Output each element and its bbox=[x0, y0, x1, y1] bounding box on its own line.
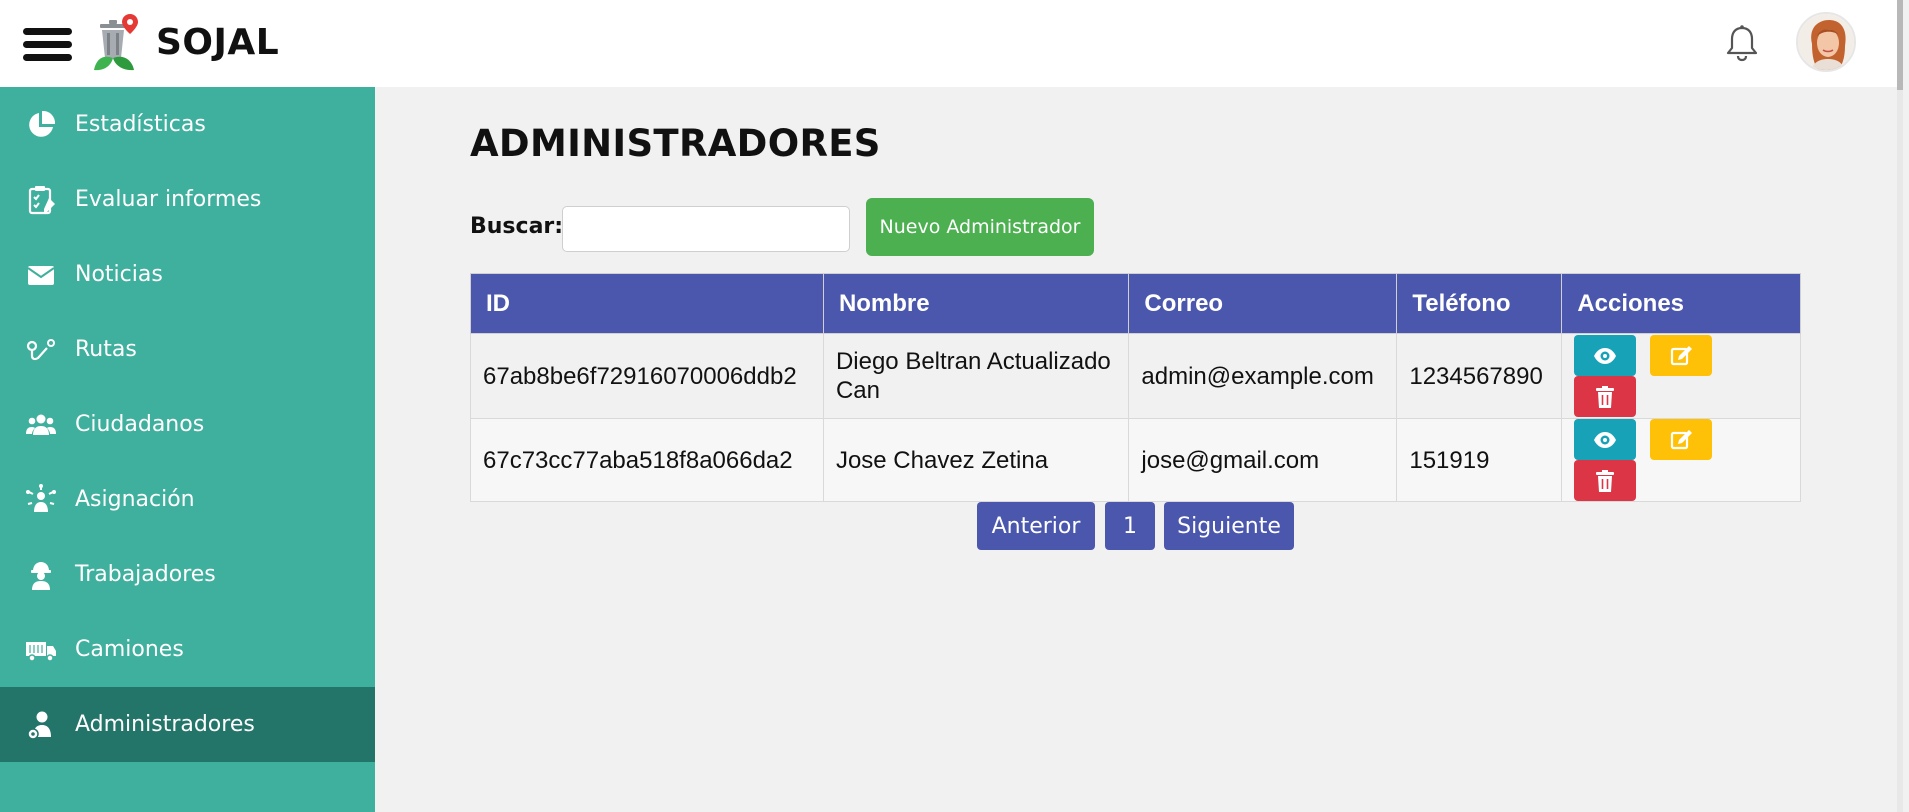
cell-nombre: Diego Beltran Actualizado Can bbox=[822, 333, 1130, 419]
administrators-table: ID Nombre Correo Teléfono Acciones 67ab8… bbox=[470, 273, 1801, 502]
envelope-icon bbox=[24, 258, 58, 292]
cell-telefono: 151919 bbox=[1396, 418, 1563, 502]
sidebar-item-evaluar-informes[interactable]: Evaluar informes bbox=[0, 162, 375, 237]
sidebar-item-trabajadores[interactable]: Trabajadores bbox=[0, 537, 375, 612]
sidebar-item-administradores[interactable]: Administradores bbox=[0, 687, 375, 762]
cell-id: 67ab8be6f72916070006ddb2 bbox=[470, 333, 824, 419]
users-icon bbox=[24, 408, 58, 442]
user-cog-icon bbox=[24, 708, 58, 742]
sidebar-item-label: Rutas bbox=[75, 337, 137, 362]
sidebar-item-label: Ciudadanos bbox=[75, 412, 205, 437]
trash-icon bbox=[1596, 469, 1615, 492]
cell-correo: admin@example.com bbox=[1128, 333, 1398, 419]
table-row: 67c73cc77aba518f8a066da2 Jose Chavez Zet… bbox=[470, 418, 1801, 502]
edit-icon bbox=[1671, 429, 1693, 449]
delete-button[interactable] bbox=[1574, 376, 1637, 417]
cell-nombre: Jose Chavez Zetina bbox=[822, 418, 1130, 502]
clipboard-check-icon bbox=[24, 183, 58, 217]
search-label: Buscar: bbox=[470, 214, 564, 239]
sidebar-item-rutas[interactable]: Rutas bbox=[0, 312, 375, 387]
sidebar-item-ciudadanos[interactable]: Ciudadanos bbox=[0, 387, 375, 462]
scrollbar-thumb[interactable] bbox=[1897, 0, 1903, 90]
edit-button[interactable] bbox=[1650, 419, 1713, 460]
hamburger-icon[interactable] bbox=[23, 28, 72, 61]
view-button[interactable] bbox=[1574, 419, 1637, 460]
page-title: ADMINISTRADORES bbox=[470, 122, 881, 165]
hard-hat-worker-icon bbox=[24, 558, 58, 592]
cell-acciones bbox=[1561, 418, 1801, 502]
search-input[interactable] bbox=[562, 206, 850, 252]
table-header-row: ID Nombre Correo Teléfono Acciones bbox=[470, 273, 1801, 334]
sidebar-item-noticias[interactable]: Noticias bbox=[0, 237, 375, 312]
column-header-acciones: Acciones bbox=[1561, 273, 1801, 334]
bell-icon[interactable] bbox=[1724, 24, 1760, 62]
column-header-telefono: Teléfono bbox=[1396, 273, 1563, 334]
sidebar-item-label: Noticias bbox=[75, 262, 163, 287]
sidebar-item-camiones[interactable]: Camiones bbox=[0, 612, 375, 687]
pagination-previous-button[interactable]: Anterior bbox=[977, 502, 1095, 550]
route-icon bbox=[24, 333, 58, 367]
pagination-page-button[interactable]: 1 bbox=[1105, 502, 1155, 550]
pie-chart-icon bbox=[24, 108, 58, 142]
app-name: SOJAL bbox=[156, 22, 280, 63]
column-header-id: ID bbox=[470, 273, 824, 334]
scrollbar[interactable] bbox=[1897, 0, 1903, 812]
cell-acciones bbox=[1561, 333, 1801, 419]
trash-icon bbox=[1596, 385, 1615, 408]
sidebar-item-label: Camiones bbox=[75, 637, 184, 662]
sidebar-item-estadisticas[interactable]: Estadísticas bbox=[0, 87, 375, 162]
table-row: 67ab8be6f72916070006ddb2 Diego Beltran A… bbox=[470, 333, 1801, 419]
delete-button[interactable] bbox=[1574, 460, 1637, 501]
column-header-correo: Correo bbox=[1128, 273, 1398, 334]
sidebar-item-label: Estadísticas bbox=[75, 112, 206, 137]
view-button[interactable] bbox=[1574, 335, 1637, 376]
column-header-nombre: Nombre bbox=[822, 273, 1130, 334]
cell-id: 67c73cc77aba518f8a066da2 bbox=[470, 418, 824, 502]
new-administrator-button[interactable]: Nuevo Administrador bbox=[866, 198, 1094, 256]
sidebar-item-asignacion[interactable]: Asignación bbox=[0, 462, 375, 537]
pagination-next-button[interactable]: Siguiente bbox=[1164, 502, 1294, 550]
sidebar: Estadísticas Evaluar informes Noticias R… bbox=[0, 87, 375, 812]
sidebar-item-label: Evaluar informes bbox=[75, 187, 262, 212]
assignment-icon bbox=[24, 483, 58, 517]
top-header: SOJAL bbox=[0, 0, 1903, 812]
cell-telefono: 1234567890 bbox=[1396, 333, 1563, 419]
eye-icon bbox=[1594, 347, 1617, 364]
edit-button[interactable] bbox=[1650, 335, 1713, 376]
user-avatar[interactable] bbox=[1796, 12, 1856, 72]
sidebar-item-label: Trabajadores bbox=[75, 562, 216, 587]
app-logo-icon bbox=[92, 14, 142, 72]
edit-icon bbox=[1671, 345, 1693, 365]
sidebar-item-label: Asignación bbox=[75, 487, 195, 512]
eye-icon bbox=[1594, 431, 1617, 448]
sidebar-item-label: Administradores bbox=[75, 712, 255, 737]
truck-icon bbox=[24, 633, 58, 667]
cell-correo: jose@gmail.com bbox=[1128, 418, 1398, 502]
